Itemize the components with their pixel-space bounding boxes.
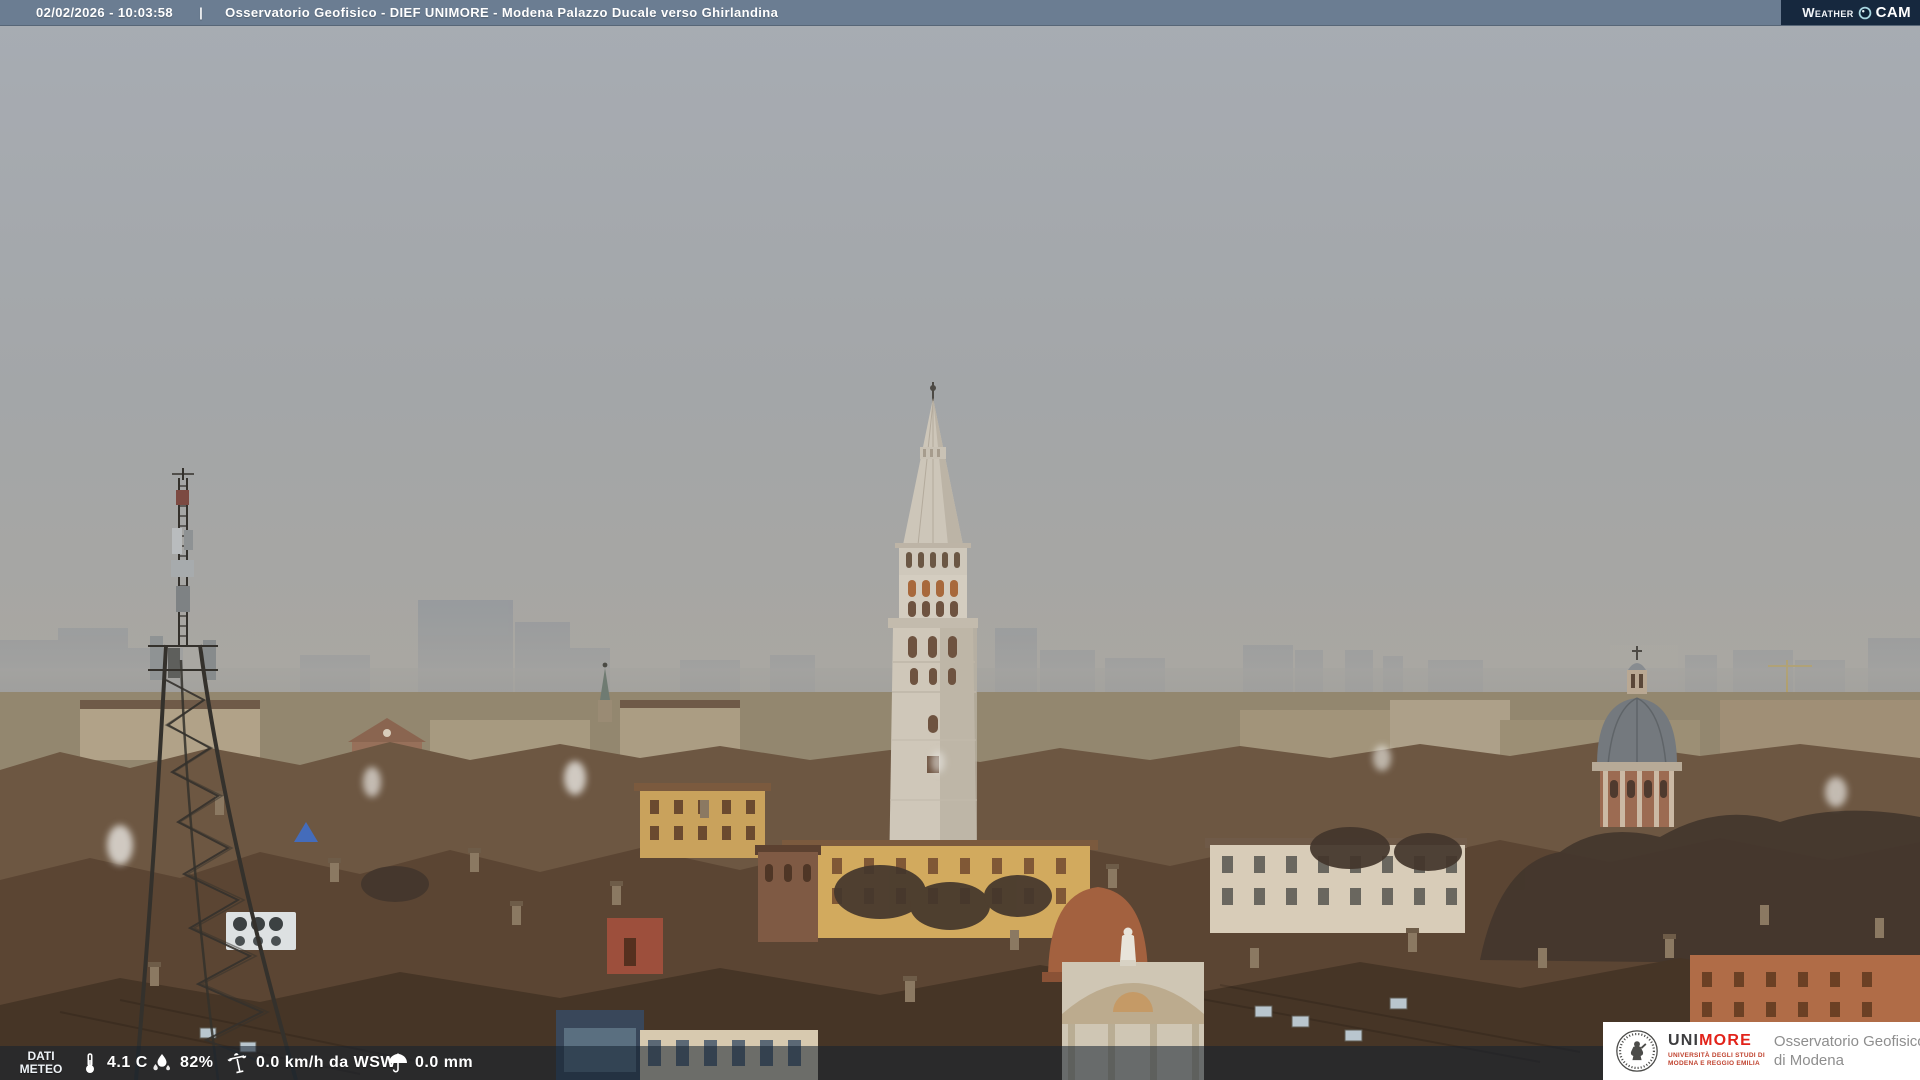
humidity-value: 82% [180,1054,214,1071]
unimore-brand-box[interactable]: UNIMORE UNIVERSITÀ DEGLI STUDI DI MODENA… [1603,1022,1920,1080]
temperature-item: 4.1 C [78,1046,148,1080]
humidity-icon [153,1054,170,1071]
camera-title: Osservatorio Geofisico - DIEF UNIMORE - … [225,5,779,20]
wind-item: 0.0 km/h da WSW [226,1046,396,1080]
separator: | [199,5,204,20]
unimore-more: MORE [1699,1032,1752,1050]
dati-meteo-label: DATI METEO [19,1049,63,1076]
temperature-value: 4.1 C [107,1054,148,1071]
wind-anemometer-icon [227,1053,247,1074]
rain-item: 0.0 mm [386,1046,473,1080]
unimore-sub1: UNIVERSITÀ DEGLI STUDI DI [1668,1051,1765,1059]
unimore-uni: UNI [1668,1032,1700,1050]
observatory-name: Osservatorio Geofisico di Modena [1773,1032,1920,1070]
rain-value: 0.0 mm [415,1054,474,1071]
unimore-sub2: MODENA E REGGIO EMILIA [1668,1060,1760,1068]
rain-umbrella-icon [389,1053,407,1073]
thermometer-icon [86,1053,94,1073]
unimore-wordmark: UNIMORE UNIVERSITÀ DEGLI STUDI DI MODENA… [1668,1033,1765,1068]
humidity-item: 82% [150,1046,214,1080]
timestamp: 02/02/2026 - 10:03:58 [36,5,174,20]
weathercam-word2: Cam [1875,4,1911,21]
city-panorama [0,0,1920,1080]
webcam-frame: 02/02/2026 - 10:03:58 | Osservatorio Geo… [0,0,1920,1080]
webcam-lens-icon [1858,6,1871,19]
weathercam-logo[interactable]: Weather Cam [1781,0,1920,25]
weathercam-word1: Weather [1802,5,1854,20]
unimore-seal-icon [1616,1030,1658,1072]
wind-value: 0.0 km/h da WSW [256,1054,396,1071]
top-status-bar: 02/02/2026 - 10:03:58 | Osservatorio Geo… [0,0,1920,26]
